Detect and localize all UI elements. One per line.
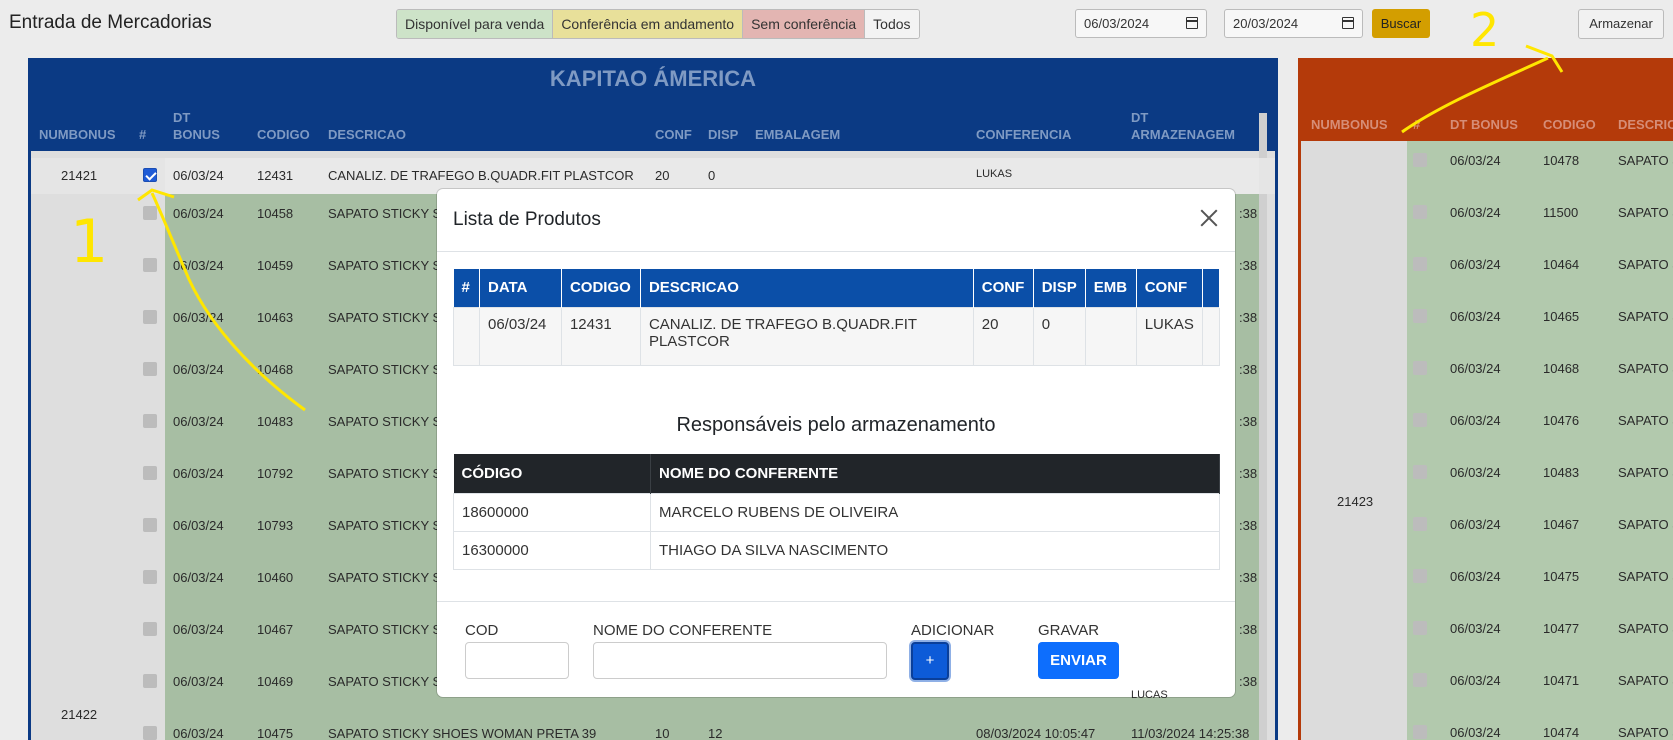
products-modal: Lista de Produtos # DATA CODIGO DESCRICA…: [437, 189, 1235, 697]
numbonus-value: 21423: [1337, 494, 1374, 509]
cod-label: COD: [465, 622, 499, 639]
modal-footer: COD NOME DO CONFERENTE ADICIONAR + GRAVA…: [437, 601, 1235, 697]
responsible-table: CÓDIGO NOME DO CONFERENTE 18600000 MARCE…: [453, 454, 1220, 570]
col-nome: NOME DO CONFERENTE: [650, 454, 1220, 493]
col-hash: #: [453, 269, 480, 307]
cell-name: MARCELO RUBENS DE OLIVEIRA: [650, 492, 1220, 532]
table-row[interactable]: 18600000 MARCELO RUBENS DE OLIVEIRA: [453, 492, 1220, 532]
cell-conf-name: LUKAS: [1135, 306, 1204, 366]
row-conferencia-partial: LUCAS: [1131, 689, 1168, 701]
col-disp: DISP: [1033, 269, 1086, 307]
col-codigo: CODIGO: [561, 269, 641, 307]
col-conf-name: CONF: [1136, 269, 1204, 307]
cell-desc: CANALIZ. DE TRAFEGO B.QUADR.FIT PLASTCOR: [639, 306, 974, 366]
cell-hash: [453, 306, 480, 366]
col-emb: EMB: [1085, 269, 1137, 307]
name-label: NOME DO CONFERENTE: [593, 622, 773, 639]
col-conf: CONF: [973, 269, 1034, 307]
add-button[interactable]: +: [911, 642, 949, 680]
save-label: GRAVAR: [1038, 622, 1100, 639]
modal-header: Lista de Produtos: [437, 189, 1235, 252]
col-extra: [1202, 269, 1220, 307]
cell-name: THIAGO DA SILVA NASCIMENTO: [650, 530, 1220, 570]
cell-emb: [1084, 306, 1137, 366]
close-icon[interactable]: [1197, 206, 1221, 230]
add-label: ADICIONAR: [911, 622, 995, 639]
responsible-title: Responsáveis pelo armazenamento: [676, 414, 996, 436]
send-button[interactable]: ENVIAR: [1038, 642, 1119, 679]
cell-code: 18600000: [453, 492, 651, 532]
cell-code: 16300000: [453, 530, 651, 570]
cell-code: 12431: [560, 306, 641, 366]
table-row[interactable]: 16300000 THIAGO DA SILVA NASCIMENTO: [453, 530, 1220, 570]
col-descricao: DESCRICAO: [640, 269, 974, 307]
cod-input[interactable]: [465, 642, 569, 679]
cell-extra: [1202, 306, 1220, 366]
cell-conf: 20: [972, 306, 1034, 366]
products-table: # DATA CODIGO DESCRICAO CONF DISP EMB CO…: [453, 269, 1220, 366]
col-data: DATA: [479, 269, 562, 307]
table-row[interactable]: 06/03/24 12431 CANALIZ. DE TRAFEGO B.QUA…: [453, 306, 1220, 366]
modal-title: Lista de Produtos: [453, 209, 601, 230]
name-input[interactable]: [593, 642, 887, 679]
cell-date: 06/03/24: [478, 306, 562, 366]
col-codigo: CÓDIGO: [453, 454, 651, 493]
cell-disp: 0: [1032, 306, 1086, 366]
numbonus-value: 21422: [61, 707, 98, 722]
